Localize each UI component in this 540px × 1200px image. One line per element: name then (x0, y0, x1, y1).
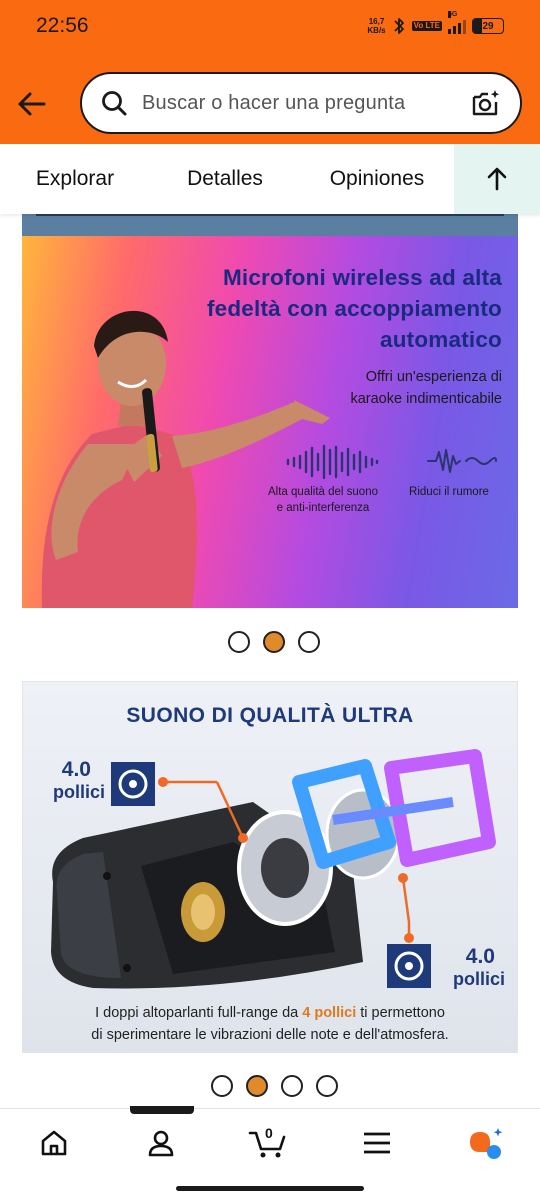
volte-badge: Vo LTE (411, 21, 442, 31)
mic-title: Microfoni wireless ad alta fedeltà con a… (207, 262, 502, 355)
section-tabs: Explorar Detalles Opiniones (0, 144, 540, 214)
app-header: 22:56 16,7 KB/s Vo LTE 5G 29 Buscar o ha… (0, 0, 540, 144)
sheet-handle[interactable] (130, 1106, 194, 1114)
search-input[interactable]: Buscar o hacer una pregunta (142, 92, 470, 115)
carousel-dot[interactable] (316, 1075, 338, 1097)
mic-subtitle: Offri un'esperienza di karaoke indimenti… (350, 366, 502, 410)
size-left-value: 4.0 (61, 758, 91, 781)
desc-text: di sperimentare le vibrazioni delle note… (91, 1027, 449, 1043)
size-right-value: 4.0 (465, 945, 495, 968)
mic-subtitle-line: karaoke indimenticabile (350, 391, 502, 407)
nav-home[interactable] (27, 1125, 81, 1161)
product-image-speakers[interactable]: SUONO DI QUALITÀ ULTRA 4.0 pollici 4.0 p… (22, 681, 518, 1053)
sound-wave-icon (286, 444, 379, 480)
speaker-description: I doppi altoparlanti full-range da 4 pol… (23, 1002, 517, 1046)
size-left-unit: pollici (52, 782, 105, 802)
carousel-dots (228, 631, 320, 653)
menu-icon (364, 1132, 390, 1154)
speaker-exploded-image (51, 749, 496, 989)
signal-label: 5G (448, 11, 458, 18)
search-bar[interactable]: Buscar o hacer una pregunta (80, 72, 522, 134)
arrow-up-icon (487, 167, 507, 191)
sound-quality-title: SUONO DI QUALITÀ ULTRA (126, 704, 414, 727)
status-icons: 16,7 KB/s Vo LTE 5G 29 (367, 11, 504, 38)
camera-search-icon[interactable] (470, 87, 502, 119)
nav-cart[interactable]: 0 (241, 1125, 295, 1161)
carousel-dot[interactable] (228, 631, 250, 653)
tab-detalles[interactable]: Detalles (150, 144, 300, 214)
desc-text: ti permettono (356, 1005, 445, 1021)
carousel-dot[interactable] (281, 1075, 303, 1097)
product-image-microphones[interactable]: Microfoni wireless ad alta fedeltà con a… (22, 214, 518, 608)
size-right-unit: pollici (452, 969, 505, 989)
nav-profile[interactable] (134, 1125, 188, 1161)
tab-explorar[interactable]: Explorar (0, 144, 150, 214)
battery-level: 29 (482, 20, 494, 32)
back-arrow-icon[interactable] (14, 86, 50, 122)
home-gesture-bar[interactable] (176, 1186, 364, 1191)
mic-title-line: Microfoni wireless ad alta (222, 265, 502, 290)
carousel-dot[interactable] (298, 631, 320, 653)
carousel-dot-active[interactable] (246, 1075, 268, 1097)
signal-icon: 5G (448, 11, 466, 34)
noise-reduction-icon (427, 449, 497, 473)
feature-sound-quality: Alta qualità del suono e anti-interferen… (258, 484, 388, 516)
search-icon (102, 91, 127, 116)
desc-highlight: 4 pollici (302, 1005, 357, 1021)
network-speed-unit: KB/s (367, 26, 386, 35)
desc-text: I doppi altoparlanti full-range da (95, 1005, 303, 1021)
network-speed: 16,7 KB/s (367, 17, 385, 35)
nav-menu[interactable] (350, 1125, 404, 1161)
app-screen: 22:56 16,7 KB/s Vo LTE 5G 29 Buscar o ha… (0, 0, 540, 1200)
network-speed-value: 16,7 (368, 17, 385, 26)
feature-line: Alta qualità del suono (268, 486, 378, 498)
mic-title-line: fedeltà con accoppiamento (206, 296, 502, 321)
feature-line: e anti-interferenza (276, 502, 370, 514)
image-top-strip (22, 214, 518, 236)
mic-subtitle-line: Offri un'esperienza di (365, 369, 502, 385)
tab-opiniones[interactable]: Opiniones (300, 144, 454, 214)
feature-noise-reduction: Riduci il rumore (409, 486, 489, 498)
scroll-top-button[interactable] (454, 144, 540, 214)
carousel-dot-active[interactable] (263, 631, 285, 653)
rufus-ai-icon (470, 1128, 503, 1159)
home-icon (41, 1130, 67, 1156)
mic-title-line: automatico (379, 327, 502, 352)
carousel-dot[interactable] (211, 1075, 233, 1097)
battery-icon: 29 (472, 18, 504, 34)
carousel-dots (211, 1075, 338, 1097)
cart-count: 0 (265, 1125, 273, 1141)
profile-icon (148, 1130, 174, 1157)
status-time: 22:56 (36, 14, 89, 37)
nav-rufus-ai[interactable] (459, 1125, 513, 1161)
bluetooth-icon (393, 18, 404, 34)
